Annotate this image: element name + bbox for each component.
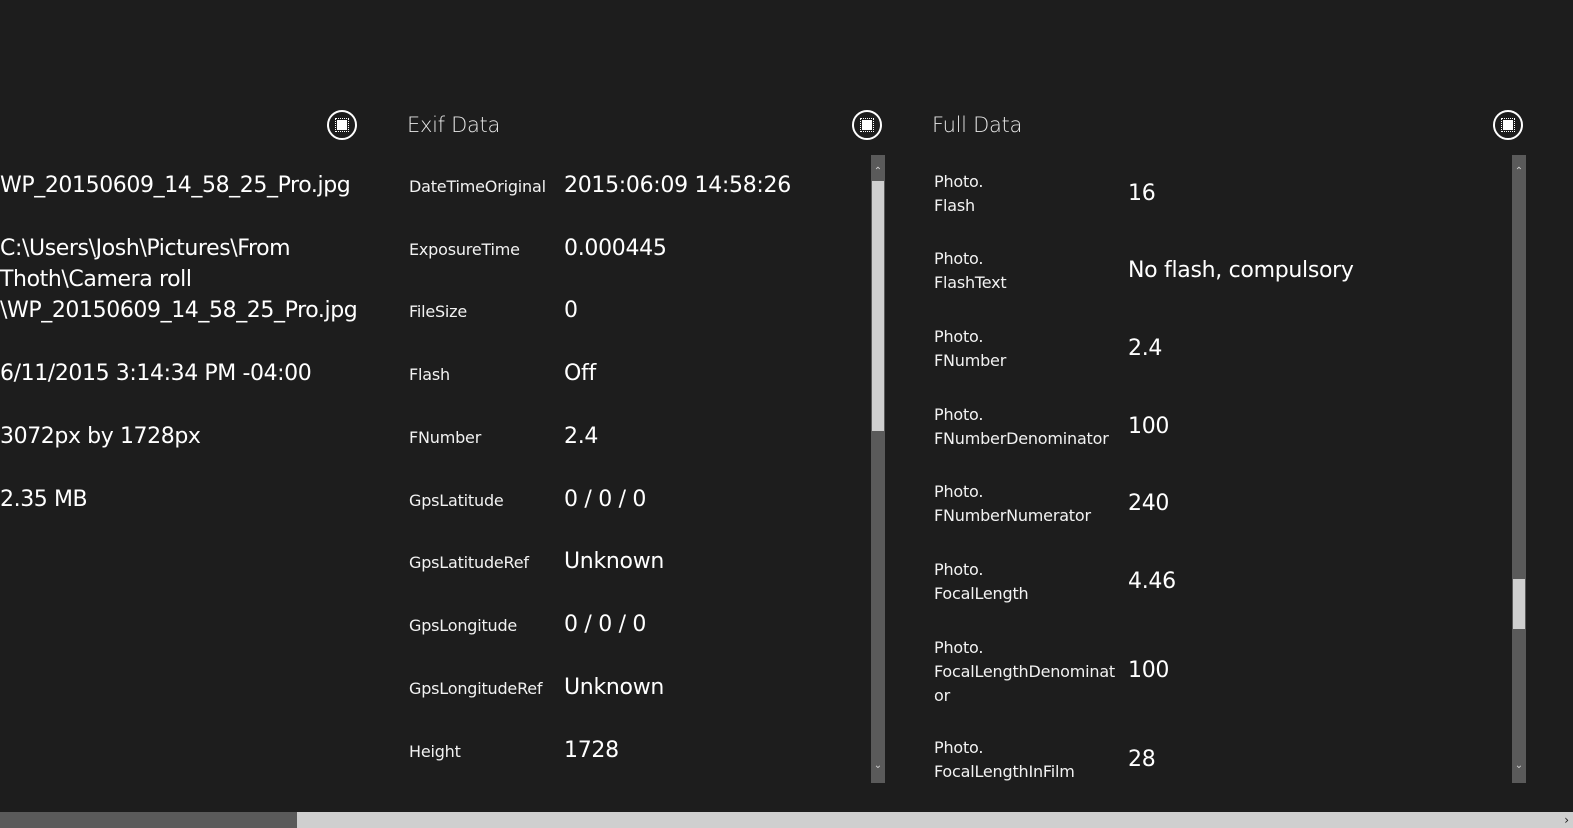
chevron-up-icon[interactable]: ⌃ xyxy=(1512,165,1526,179)
exif-key: GpsLatitude xyxy=(409,491,504,510)
full-data-value: 28 xyxy=(1128,747,1156,772)
full-data-section-select-button[interactable] xyxy=(1493,110,1523,140)
exif-row: DateTimeOriginal 2015:06:09 14:58:26 xyxy=(409,173,859,217)
exif-row: FileSize 0 xyxy=(409,298,859,342)
full-data-key: Photo. FocalLength xyxy=(934,560,1029,603)
exif-value: 0.000445 xyxy=(564,236,667,261)
full-data-key: Photo. FNumber xyxy=(934,327,1007,370)
full-data-vertical-scrollbar[interactable]: ⌃ ⌄ xyxy=(1512,155,1526,783)
exif-key: FNumber xyxy=(409,428,482,447)
exif-value: 0 / 0 / 0 xyxy=(564,487,647,512)
full-data-value: 16 xyxy=(1128,181,1156,206)
exif-key: Flash xyxy=(409,365,450,384)
exif-key: GpsLongitudeRef xyxy=(409,679,543,698)
exif-value: 2.4 xyxy=(564,424,599,449)
horizontal-scrollbar[interactable]: › xyxy=(0,812,1573,828)
full-data-value: 100 xyxy=(1128,658,1170,683)
full-data-key: Photo. FNumberDenominator xyxy=(934,405,1109,448)
exif-row: ExposureTime 0.000445 xyxy=(409,236,859,280)
file-info-panel: WP_20150609_14_58_25_Pro.jpg C:\Users\Jo… xyxy=(0,170,360,547)
full-data-value: 4.46 xyxy=(1128,569,1176,594)
left-section-select-button[interactable] xyxy=(327,110,357,140)
exif-row: GpsLatitudeRef Unknown xyxy=(409,549,859,593)
exif-key: ExposureTime xyxy=(409,240,520,259)
grid-select-icon xyxy=(335,118,349,132)
chevron-right-icon[interactable]: › xyxy=(1564,813,1569,827)
file-path: C:\Users\Josh\Pictures\From Thoth\Camera… xyxy=(0,236,358,323)
exif-value: 2015:06:09 14:58:26 xyxy=(564,173,791,198)
exif-row: GpsLatitude 0 / 0 / 0 xyxy=(409,487,859,531)
exif-key: Height xyxy=(409,742,461,761)
file-size: 2.35 MB xyxy=(0,487,88,512)
exif-value: Unknown xyxy=(564,675,665,700)
exif-key: DateTimeOriginal xyxy=(409,177,546,196)
full-data-key: Photo. FNumberNumerator xyxy=(934,482,1091,525)
exif-row: Flash Off xyxy=(409,361,859,405)
exif-value: Unknown xyxy=(564,549,665,574)
exif-row: FNumber 2.4 xyxy=(409,424,859,468)
image-dimensions: 3072px by 1728px xyxy=(0,424,201,449)
full-data-key: Photo. FocalLengthInFilm xyxy=(934,738,1075,781)
chevron-up-icon[interactable]: ⌃ xyxy=(871,165,885,179)
exif-vertical-scrollbar[interactable]: ⌃ ⌄ xyxy=(871,155,885,783)
exif-scroll-thumb[interactable] xyxy=(872,181,884,431)
full-data-scroll-thumb[interactable] xyxy=(1513,579,1525,629)
full-data-value: 2.4 xyxy=(1128,336,1163,361)
full-data-key: Photo. FocalLengthDenominat or xyxy=(934,638,1116,705)
full-data-value: 240 xyxy=(1128,491,1170,516)
grid-select-icon xyxy=(1501,118,1515,132)
exif-row: GpsLongitudeRef Unknown xyxy=(409,675,859,719)
full-data-key: Photo. FlashText xyxy=(934,249,1007,292)
chevron-down-icon[interactable]: ⌄ xyxy=(1512,759,1526,773)
exif-row: GpsLongitude 0 / 0 / 0 xyxy=(409,612,859,656)
exif-value: 1728 xyxy=(564,738,619,763)
exif-key: FileSize xyxy=(409,302,468,321)
exif-key: GpsLongitude xyxy=(409,616,518,635)
file-date: 6/11/2015 3:14:34 PM -04:00 xyxy=(0,361,312,386)
exif-section-select-button[interactable] xyxy=(852,110,882,140)
file-name: WP_20150609_14_58_25_Pro.jpg xyxy=(0,173,351,198)
exif-row: Height 1728 xyxy=(409,738,859,782)
full-data-section-title: Full Data xyxy=(932,113,1023,137)
grid-select-icon xyxy=(860,118,874,132)
full-data-key: Photo. Flash xyxy=(934,172,984,215)
horizontal-scroll-thumb[interactable] xyxy=(0,812,297,828)
exif-value: 0 / 0 / 0 xyxy=(564,612,647,637)
chevron-down-icon[interactable]: ⌄ xyxy=(871,759,885,773)
exif-value: 0 xyxy=(564,298,578,323)
exif-section-title: Exif Data xyxy=(407,113,501,137)
exif-key: GpsLatitudeRef xyxy=(409,553,529,572)
full-data-value: No flash, compulsory xyxy=(1128,258,1354,283)
exif-value: Off xyxy=(564,361,596,386)
full-data-value: 100 xyxy=(1128,414,1170,439)
